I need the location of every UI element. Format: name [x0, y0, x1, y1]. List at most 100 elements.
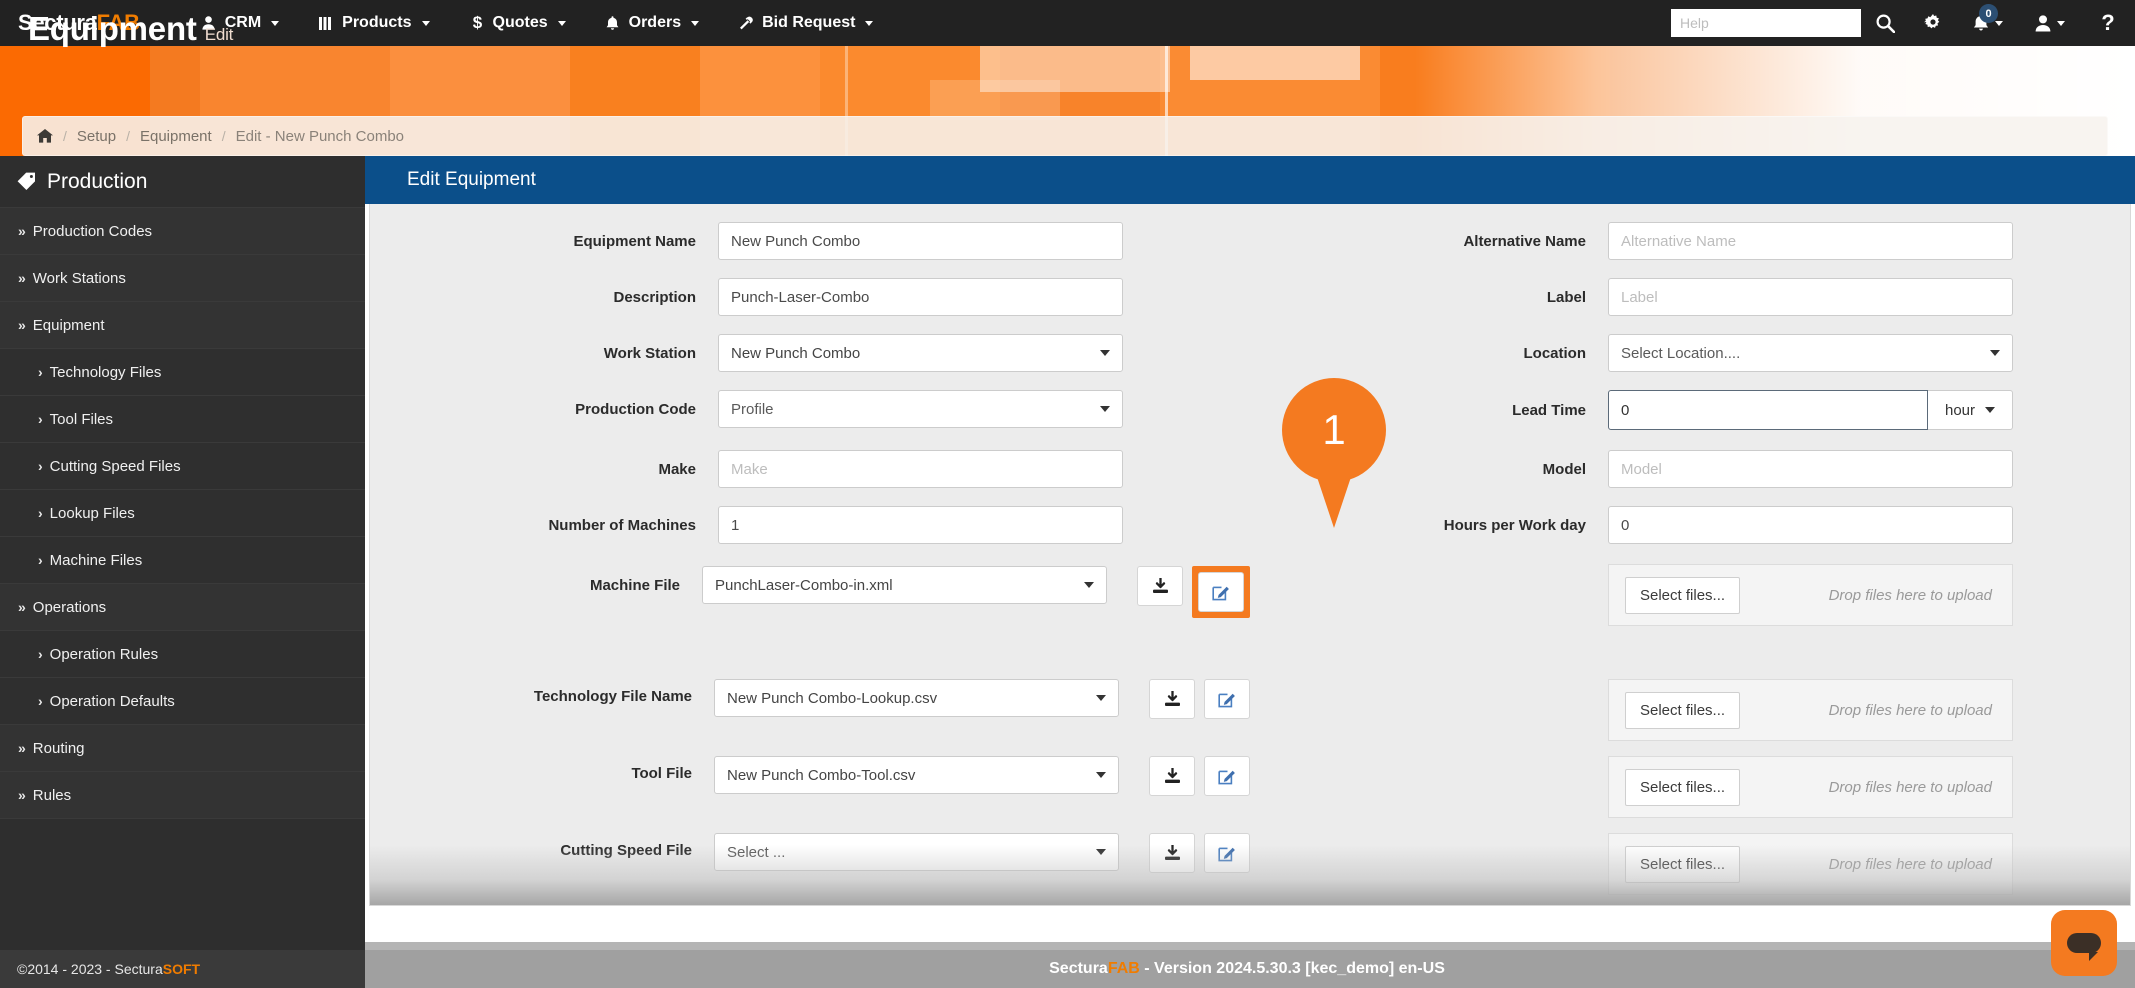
technology-file-download-button[interactable] [1149, 679, 1195, 719]
sidebar-item-machine-files[interactable]: › Machine Files [0, 537, 365, 584]
question-icon: ? [2101, 10, 2115, 35]
download-icon [1164, 844, 1181, 862]
download-icon [1152, 577, 1169, 595]
user-menu-button[interactable] [2019, 0, 2081, 46]
help-search-input[interactable] [1671, 9, 1861, 37]
sidebar-item-label: Lookup Files [49, 504, 135, 522]
dropzone-hint: Drop files here to upload [1828, 586, 1992, 604]
nav-item-quotes[interactable]: $ Quotes [450, 0, 586, 46]
chat-widget-button[interactable] [2051, 910, 2117, 976]
select-files-button[interactable]: Select files... [1625, 691, 1741, 729]
sidebar-item-rules[interactable]: » Rules [0, 772, 365, 819]
home-icon[interactable] [37, 129, 53, 143]
sidebar-item-technology-files[interactable]: › Technology Files [0, 349, 365, 396]
technology-file-select[interactable]: New Punch Combo-Lookup.csv [714, 679, 1119, 717]
chevron-down-icon [1100, 350, 1110, 356]
alternative-name-input[interactable] [1608, 222, 2013, 260]
lead-time-unit-select[interactable]: hour [1928, 390, 2013, 430]
field-label: Alternative Name [1463, 232, 1586, 250]
tool-file-edit-button[interactable] [1204, 756, 1250, 796]
nav-item-bid-request[interactable]: Bid Request [719, 0, 893, 46]
search-icon [1875, 13, 1895, 33]
machine-file-dropzone[interactable]: Select files... Drop files here to uploa… [1608, 564, 2013, 626]
make-input[interactable] [718, 450, 1123, 488]
production-code-select[interactable]: Profile [718, 390, 1123, 428]
sidebar-item-operation-defaults[interactable]: › Operation Defaults [0, 678, 365, 725]
select-value: New Punch Combo-Lookup.csv [727, 689, 938, 707]
breadcrumb-item-current: Edit - New Punch Combo [235, 127, 404, 145]
field-label: Lead Time [1512, 401, 1586, 419]
description-input[interactable] [718, 278, 1123, 316]
select-files-button[interactable]: Select files... [1625, 845, 1741, 883]
field-label: Work Station [603, 344, 696, 362]
technology-file-dropzone[interactable]: Select files... Drop files here to uploa… [1608, 679, 2013, 741]
sidebar-item-lookup-files[interactable]: › Lookup Files [0, 490, 365, 537]
sidebar-item-tool-files[interactable]: › Tool Files [0, 396, 365, 443]
sidebar-item-cutting-speed-files[interactable]: › Cutting Speed Files [0, 443, 365, 490]
form-row: Equipment Name Alternative Name [370, 222, 2130, 262]
dropzone-hint: Drop files here to upload [1828, 778, 1992, 796]
search-button[interactable] [1861, 0, 1909, 46]
nav-item-products[interactable]: Products [299, 0, 449, 46]
sidebar-item-equipment[interactable]: » Equipment [0, 302, 365, 349]
nav-item-orders[interactable]: Orders [586, 0, 719, 46]
number-of-machines-input[interactable] [718, 506, 1123, 544]
breadcrumb-item-setup[interactable]: Setup [77, 128, 116, 145]
sidebar-item-operations[interactable]: » Operations [0, 584, 365, 631]
machine-file-select[interactable]: PunchLaser-Combo-in.xml [702, 566, 1107, 604]
sidebar-item-work-stations[interactable]: » Work Stations [0, 255, 365, 302]
chevron-down-icon [1096, 772, 1106, 778]
tool-file-dropzone[interactable]: Select files... Drop files here to uploa… [1608, 756, 2013, 818]
select-files-button[interactable]: Select files... [1625, 576, 1741, 614]
notifications-button[interactable]: 0 [1957, 0, 2019, 46]
cutting-speed-file-edit-button[interactable] [1204, 833, 1250, 873]
form-scroll-area: Equipment Name Alternative Name Descript… [370, 204, 2130, 905]
breadcrumb-item-equipment[interactable]: Equipment [140, 128, 212, 145]
cutting-speed-file-download-button[interactable] [1149, 833, 1195, 873]
select-files-button[interactable]: Select files... [1625, 768, 1741, 806]
chevron-down-icon [1100, 406, 1110, 412]
technology-file-edit-button[interactable] [1204, 679, 1250, 719]
chevron-down-icon [2057, 20, 2065, 26]
footer-copyright-text: ©2014 - 2023 - Sectura [17, 961, 163, 977]
page-title: Equipment Edit [28, 10, 233, 48]
label-input[interactable] [1608, 278, 2013, 316]
field-label: Hours per Work day [1443, 516, 1586, 534]
double-chevron-icon: » [18, 317, 26, 333]
form-row: Number of Machines Hours per Work day [370, 506, 2130, 546]
machine-file-download-button[interactable] [1137, 566, 1183, 606]
sidebar-item-label: Work Stations [32, 269, 126, 287]
tool-file-download-button[interactable] [1149, 756, 1195, 796]
sidebar-item-production-codes[interactable]: » Production Codes [0, 208, 365, 255]
chevron-down-icon [865, 20, 874, 26]
chat-bubble-icon [2067, 933, 2101, 961]
edit-pencil-icon [1218, 690, 1236, 708]
help-button[interactable]: ? [2081, 0, 2135, 46]
footer-version-detail: - Version 2024.5.30.3 [kec_demo] en-US [1139, 960, 1445, 977]
chevron-down-icon [1096, 695, 1106, 701]
select-value: New Punch Combo [731, 344, 861, 362]
lead-time-input[interactable] [1608, 390, 1928, 430]
panel-header: Edit Equipment [365, 156, 2135, 204]
hammer-icon [739, 16, 755, 30]
chevron-right-icon: › [38, 693, 43, 709]
model-input[interactable] [1608, 450, 2013, 488]
location-select[interactable]: Select Location.... [1608, 334, 2013, 372]
tool-file-select[interactable]: New Punch Combo-Tool.csv [714, 756, 1119, 794]
sidebar-item-operation-rules[interactable]: › Operation Rules [0, 631, 365, 678]
cutting-speed-file-select[interactable]: Select ... [714, 833, 1119, 871]
sidebar-item-routing[interactable]: » Routing [0, 725, 365, 772]
chevron-down-icon [271, 20, 280, 26]
main-menu: CRM Products $ Quotes Orders Bid Request [182, 0, 894, 46]
sidebar: Production » Production Codes » Work Sta… [0, 156, 365, 950]
double-chevron-icon: » [18, 599, 26, 615]
work-station-select[interactable]: New Punch Combo [718, 334, 1123, 372]
chevron-right-icon: › [38, 411, 43, 427]
machine-file-edit-button[interactable] [1198, 572, 1244, 612]
hours-per-work-day-input[interactable] [1608, 506, 2013, 544]
sidebar-header: Production [0, 156, 365, 208]
cutting-speed-file-dropzone[interactable]: Select files... Drop files here to uploa… [1608, 833, 2013, 895]
field-label: Machine File [589, 577, 680, 594]
equipment-name-input[interactable] [718, 222, 1123, 260]
settings-button[interactable] [1909, 0, 1957, 46]
